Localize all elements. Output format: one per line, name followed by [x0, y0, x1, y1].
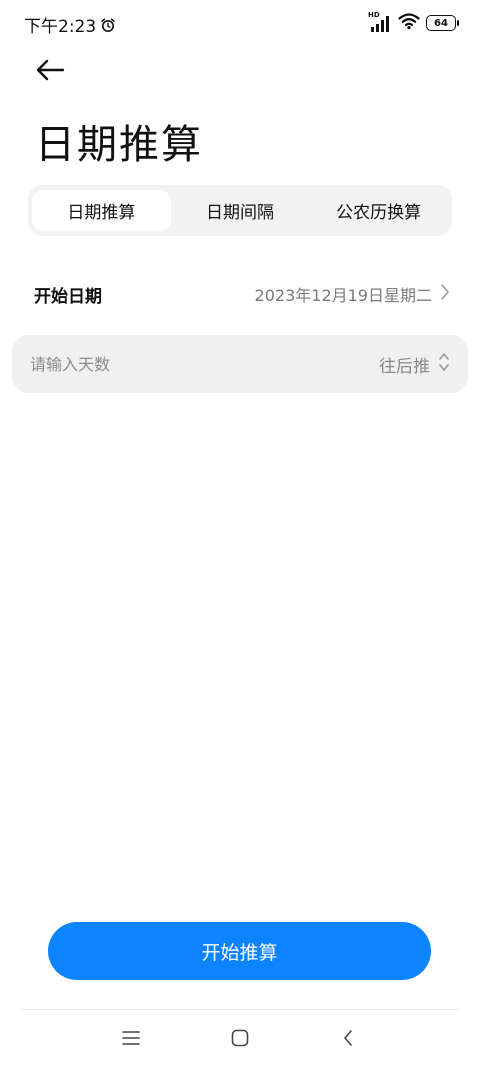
back-button[interactable] — [32, 56, 68, 88]
nav-home-button[interactable] — [226, 1026, 254, 1054]
tab-lunar-conversion[interactable]: 公农历换算 — [309, 190, 448, 231]
chevron-up-down-icon — [438, 351, 450, 377]
battery-icon: 64 — [426, 15, 459, 31]
alarm-clock-icon — [100, 17, 116, 33]
home-square-icon — [230, 1028, 250, 1052]
days-input-row: 往后推 — [12, 335, 468, 393]
nav-back-button[interactable] — [334, 1026, 362, 1054]
direction-select[interactable]: 往后推 — [379, 351, 450, 377]
page-title: 日期推算 — [35, 122, 203, 168]
nav-menu-button[interactable] — [117, 1026, 145, 1054]
status-bar: 下午2:23 HD 64 — [0, 0, 480, 46]
menu-icon — [121, 1029, 141, 1051]
tab-date-calculation[interactable]: 日期推算 — [32, 190, 171, 231]
battery-level: 64 — [434, 17, 448, 29]
system-nav-bar — [0, 1018, 480, 1058]
nav-divider — [22, 1009, 458, 1010]
wifi-icon — [398, 12, 420, 34]
status-time: 下午2:23 — [24, 17, 97, 37]
start-date-row[interactable]: 开始日期 2023年12月19日星期二 — [34, 276, 450, 312]
start-date-value-group: 2023年12月19日星期二 — [255, 282, 450, 306]
start-date-label: 开始日期 — [34, 286, 102, 307]
days-input[interactable] — [28, 353, 272, 375]
arrow-left-icon — [35, 59, 65, 85]
status-time-group: 下午2:23 — [24, 12, 116, 37]
tab-date-interval[interactable]: 日期间隔 — [171, 190, 310, 231]
status-icons: HD 64 — [368, 11, 459, 34]
cellular-signal-icon: HD — [368, 11, 392, 33]
chevron-right-icon — [440, 283, 450, 305]
tab-bar: 日期推算 日期间隔 公农历换算 — [28, 185, 452, 236]
nav-back-chevron-icon — [341, 1028, 355, 1052]
direction-selected-value: 往后推 — [379, 356, 430, 377]
start-date-value: 2023年12月19日星期二 — [254, 286, 432, 305]
start-calculation-button[interactable]: 开始推算 — [48, 922, 431, 980]
